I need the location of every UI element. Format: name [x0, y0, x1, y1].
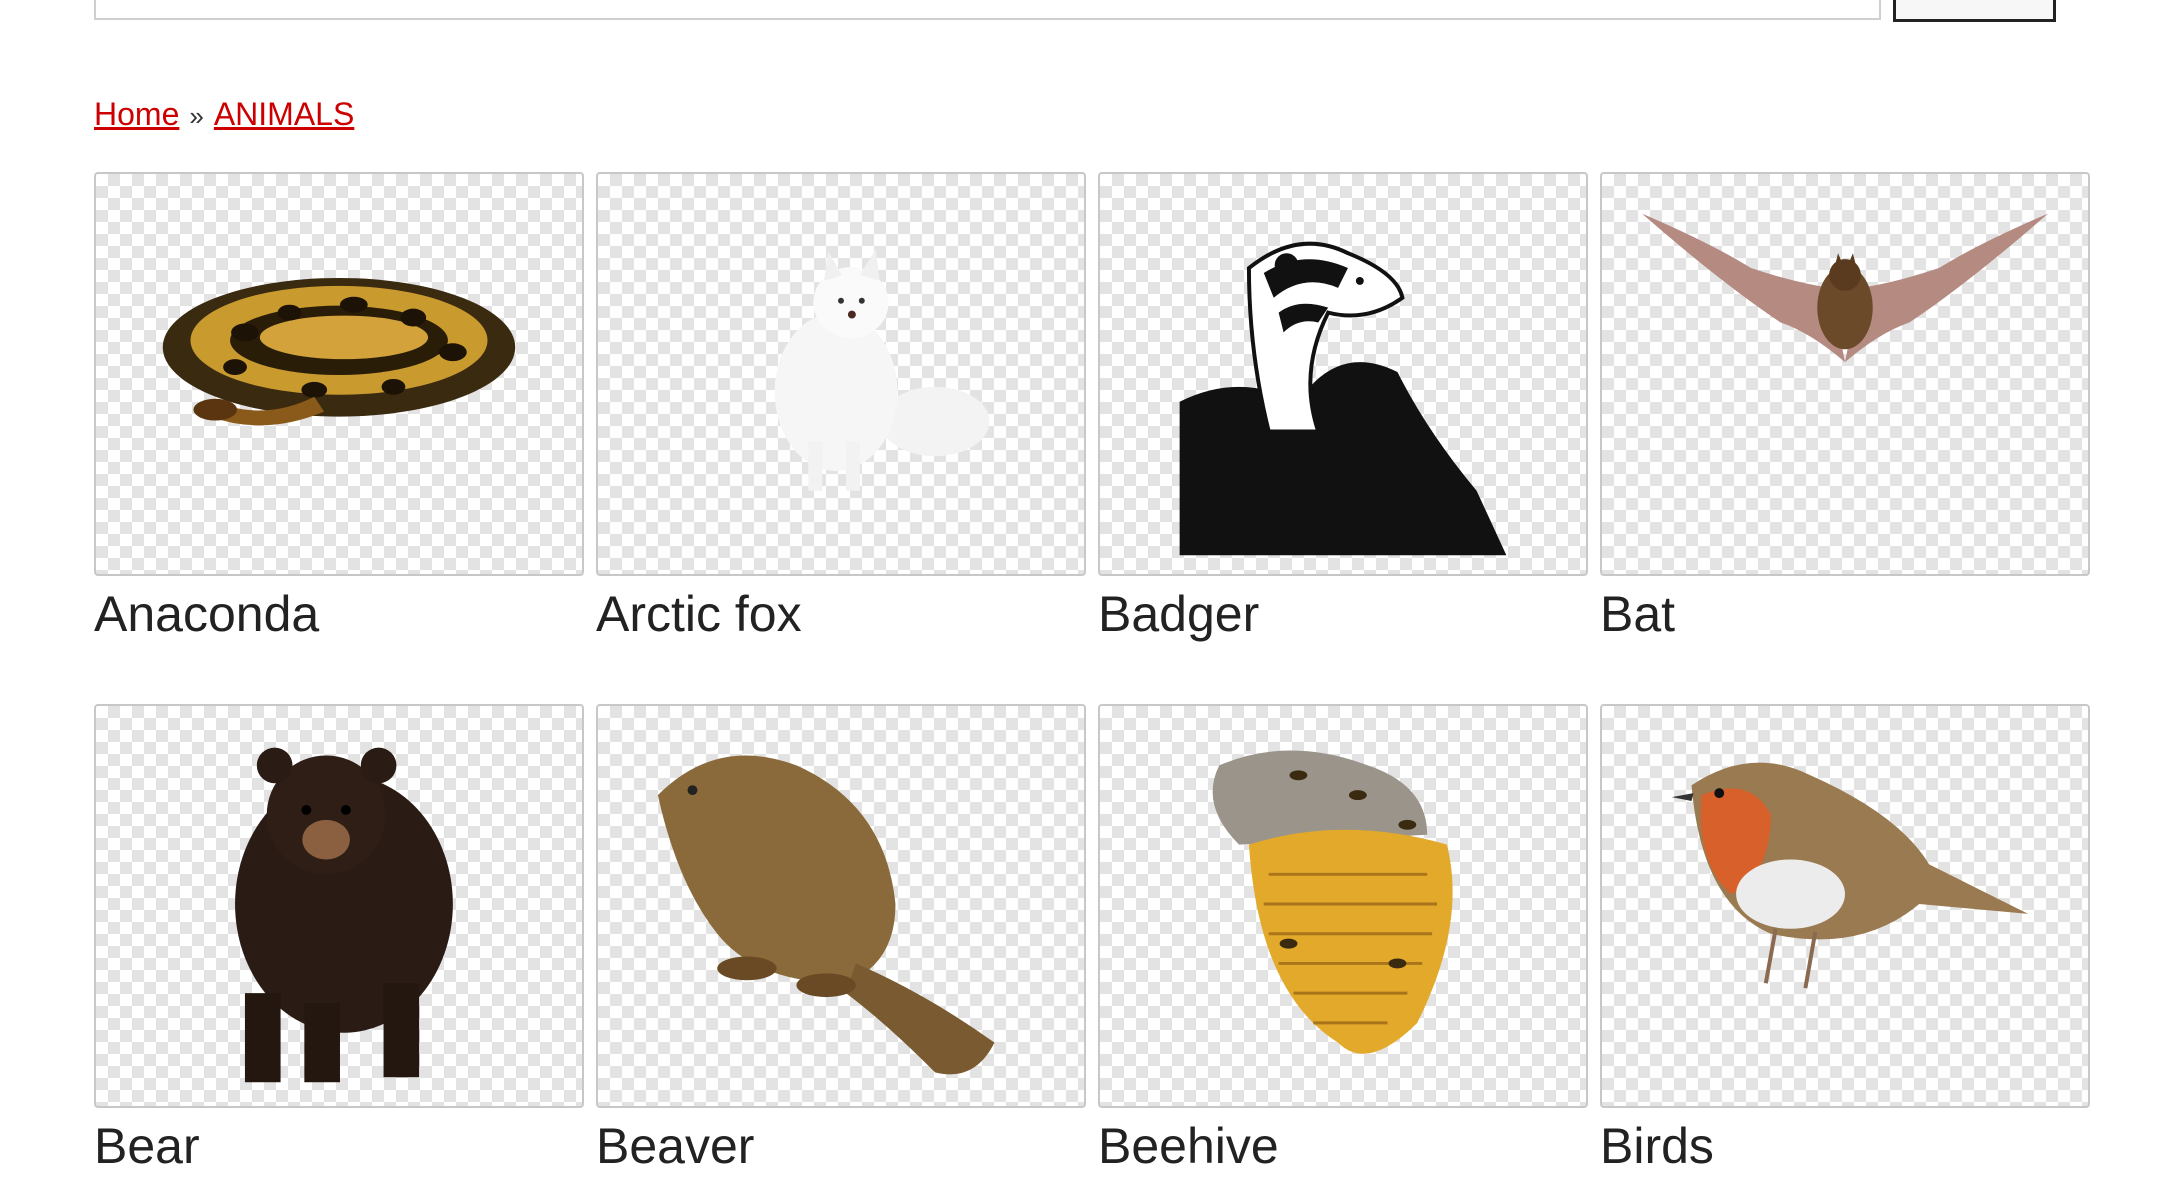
bear-image[interactable]: [94, 704, 584, 1108]
card-anaconda[interactable]: Anaconda: [94, 172, 584, 644]
label-beaver[interactable]: Beaver: [596, 1116, 1086, 1176]
breadcrumb-animals-link[interactable]: ANIMALS: [214, 96, 354, 132]
search-button[interactable]: [1893, 0, 2056, 22]
breadcrumb-home-link[interactable]: Home: [94, 96, 179, 132]
label-birds[interactable]: Birds: [1600, 1116, 2090, 1176]
badger-image[interactable]: [1098, 172, 1588, 576]
breadcrumb: Home » ANIMALS: [94, 94, 354, 136]
card-bear[interactable]: Bear: [94, 704, 584, 1176]
beaver-image[interactable]: [596, 704, 1086, 1108]
search-input[interactable]: [94, 0, 1881, 20]
label-bear[interactable]: Bear: [94, 1116, 584, 1176]
label-arctic-fox[interactable]: Arctic fox: [596, 584, 1086, 644]
card-birds[interactable]: Birds: [1600, 704, 2090, 1176]
label-badger[interactable]: Badger: [1098, 584, 1588, 644]
label-bat[interactable]: Bat: [1600, 584, 2090, 644]
animal-grid: Anaconda Arctic fox Badger Bat Bear Beav…: [94, 172, 2094, 1192]
card-arctic-fox[interactable]: Arctic fox: [596, 172, 1086, 644]
birds-image[interactable]: [1600, 704, 2090, 1108]
card-beaver[interactable]: Beaver: [596, 704, 1086, 1176]
card-beehive[interactable]: Beehive: [1098, 704, 1588, 1176]
label-beehive[interactable]: Beehive: [1098, 1116, 1588, 1176]
card-bat[interactable]: Bat: [1600, 172, 2090, 644]
beehive-image[interactable]: [1098, 704, 1588, 1108]
arctic-fox-image[interactable]: [596, 172, 1086, 576]
card-badger[interactable]: Badger: [1098, 172, 1588, 644]
bat-image[interactable]: [1600, 172, 2090, 576]
breadcrumb-separator: »: [189, 101, 204, 131]
label-anaconda[interactable]: Anaconda: [94, 584, 584, 644]
anaconda-image[interactable]: [94, 172, 584, 576]
